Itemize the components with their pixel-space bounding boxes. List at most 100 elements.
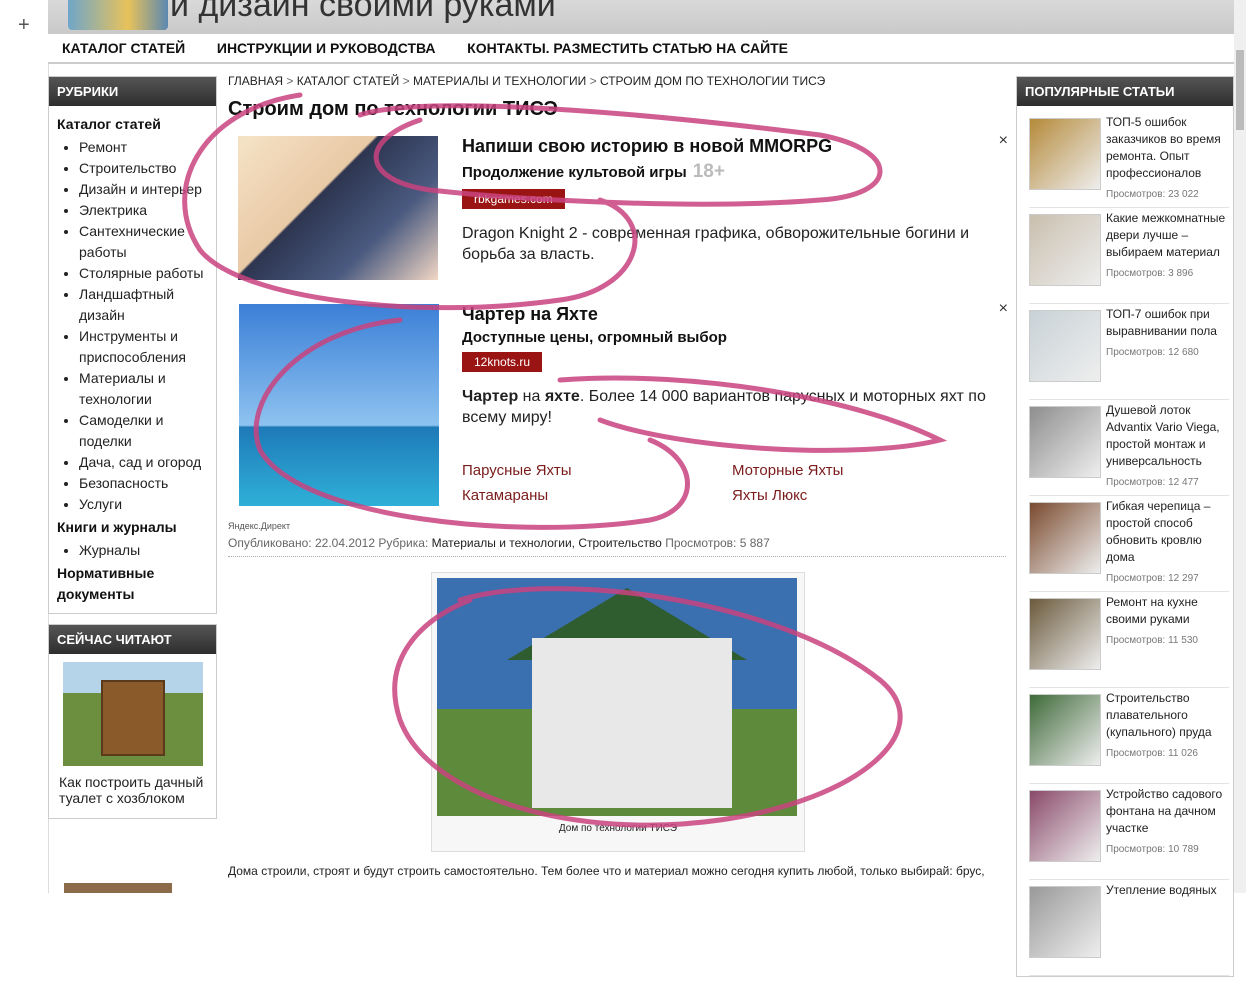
popular-thumbnail[interactable] <box>1029 502 1101 574</box>
ad-anime-image[interactable] <box>238 136 438 280</box>
nav-catalog[interactable]: КАТАЛОГ СТАТЕЙ <box>62 34 185 56</box>
yandex-direct-label[interactable]: Яндекс.Директ <box>228 521 290 531</box>
site-logo[interactable] <box>68 0 168 30</box>
rubric-item[interactable]: Строительство <box>79 158 216 179</box>
popular-title[interactable]: ТОП-7 ошибок при выравнивании пола <box>1106 306 1228 340</box>
popular-title[interactable]: Душевой лоток Advantix Vario Viega, прос… <box>1106 402 1228 470</box>
ad-title[interactable]: Чартер на Яхте <box>462 304 1002 325</box>
popular-thumbnail[interactable] <box>1029 214 1101 286</box>
crumb-current: СТРОИМ ДОМ ПО ТЕХНОЛОГИИ ТИСЭ <box>599 74 826 88</box>
ad-title[interactable]: Напиши свою историю в новой MMORPG <box>462 136 1002 157</box>
popular-item[interactable]: Утепление водяных <box>1017 880 1233 976</box>
popular-box: ПОПУЛЯРНЫЕ СТАТЬИ ТОП-5 ошибок заказчико… <box>1016 76 1234 977</box>
rubric-item[interactable]: Самоделки и поделки <box>79 410 216 452</box>
publish-date: 22.04.2012 <box>314 536 376 550</box>
popular-item[interactable]: Устройство садового фонтана на дачном уч… <box>1017 784 1233 880</box>
rubric-item[interactable]: Столярные работы <box>79 263 216 284</box>
popular-views: Просмотров: 12 477 <box>1106 477 1199 488</box>
popular-item[interactable]: ТОП-5 ошибок заказчиков во время ремонта… <box>1017 112 1233 208</box>
ad-description: Чартер на яхте. Более 14 000 вариантов п… <box>462 388 986 426</box>
ad-link[interactable]: Моторные Яхты <box>732 462 843 479</box>
popular-title[interactable]: ТОП-5 ошибок заказчиков во время ремонта… <box>1106 114 1228 182</box>
left-sidebar: РУБРИКИ Каталог статей Ремонт Строительс… <box>48 76 217 829</box>
close-icon[interactable]: × <box>999 300 1008 318</box>
popular-thumbnail[interactable] <box>1029 310 1101 382</box>
rubric-item[interactable]: Сантехнические работы <box>79 221 216 263</box>
rubric-item[interactable]: Ремонт <box>79 137 216 158</box>
crumb-home[interactable]: ГЛАВНАЯ <box>228 74 283 88</box>
popular-title[interactable]: Устройство садового фонтана на дачном уч… <box>1106 786 1228 837</box>
rubrics-heading: РУБРИКИ <box>49 77 216 106</box>
popular-item[interactable]: Душевой лоток Advantix Vario Viega, прос… <box>1017 400 1233 496</box>
ad-block-2[interactable]: Чартер на Яхте Доступные цены, огромный … <box>238 300 1008 514</box>
popular-thumbnail[interactable] <box>1029 406 1101 478</box>
ad-subtitle: Продолжение культовой игры <box>462 164 687 181</box>
rubric-item[interactable]: Инструменты и приспособления <box>79 326 216 368</box>
main-content: ГЛАВНАЯ > КАТАЛОГ СТАТЕЙ > МАТЕРИАЛЫ И Т… <box>228 70 1008 878</box>
rubric-item[interactable]: Ландшафтный дизайн <box>79 284 216 326</box>
rubric-item[interactable]: Услуги <box>79 494 216 515</box>
article-text: Дома строили, строят и будут строить сам… <box>228 864 985 878</box>
outhouse-thumbnail[interactable] <box>62 662 203 766</box>
popular-views: Просмотров: 23 022 <box>1106 189 1199 200</box>
rubric-item[interactable]: Безопасность <box>79 473 216 494</box>
popular-thumbnail[interactable] <box>1029 694 1101 766</box>
popular-title[interactable]: Строительство плавательного (купального)… <box>1106 690 1228 741</box>
now-reading-box: СЕЙЧАС ЧИТАЮТ Как построить дачный туале… <box>48 624 217 819</box>
popular-item[interactable]: Ремонт на кухне своими руками Просмотров:… <box>1017 592 1233 688</box>
rubric-catalog[interactable]: Каталог статей <box>57 114 216 135</box>
age-rating: 18+ <box>692 161 725 182</box>
rubric-books[interactable]: Книги и журналы <box>57 517 216 538</box>
popular-item[interactable]: Строительство плавательного (купального)… <box>1017 688 1233 784</box>
site-name: и дизайн своими руками <box>170 0 556 24</box>
popular-title[interactable]: Гибкая черепица – простой способ обновит… <box>1106 498 1228 566</box>
rubric-item[interactable]: Дизайн и интерьер <box>79 179 216 200</box>
ad-subtitle: Доступные цены, огромный выбор <box>462 329 727 346</box>
rubric-item[interactable]: Электрика <box>79 200 216 221</box>
nav-instructions[interactable]: ИНСТРУКЦИИ И РУКОВОДСТВА <box>217 34 436 56</box>
rubric-item-journals[interactable]: Журналы <box>79 540 216 561</box>
now-reading-heading: СЕЙЧАС ЧИТАЮТ <box>49 625 216 654</box>
next-thumbnail[interactable] <box>64 883 172 893</box>
now-reading-link[interactable]: Как построить дачный туалет с хозблоком <box>59 774 206 806</box>
ad-link[interactable]: Яхты Люкс <box>732 487 807 504</box>
figure-caption: Дом по технологии ТИСЭ <box>558 823 678 834</box>
ad-yacht-image[interactable] <box>239 304 439 506</box>
popular-item[interactable]: Какие межкомнатные двери лучше – выбирае… <box>1017 208 1233 304</box>
crumb-materials[interactable]: МАТЕРИАЛЫ И ТЕХНОЛОГИИ <box>413 74 586 88</box>
meta-rubrics[interactable]: Материалы и технологии, Строительство <box>432 536 662 550</box>
house-photo[interactable] <box>437 578 797 816</box>
popular-thumbnail[interactable] <box>1029 790 1101 862</box>
article-figure: Дом по технологии ТИСЭ <box>431 572 805 852</box>
ad-description: Dragon Knight 2 - современная графика, о… <box>462 225 970 263</box>
popular-heading: ПОПУЛЯРНЫЕ СТАТЬИ <box>1017 77 1233 106</box>
ad-link[interactable]: Парусные Яхты <box>462 462 572 479</box>
popular-views: Просмотров: 12 297 <box>1106 573 1199 584</box>
rubric-item[interactable]: Дача, сад и огород <box>79 452 216 473</box>
popular-title[interactable]: Какие межкомнатные двери лучше – выбирае… <box>1106 210 1228 261</box>
popular-thumbnail[interactable] <box>1029 598 1101 670</box>
close-icon[interactable]: × <box>999 132 1008 150</box>
popular-title[interactable]: Утепление водяных <box>1106 882 1228 899</box>
scrollbar[interactable] <box>1234 0 1246 893</box>
popular-title[interactable]: Ремонт на кухне своими руками <box>1106 594 1228 628</box>
ad-domain-badge[interactable]: rbkgames.com <box>462 189 565 209</box>
add-tab-icon[interactable]: + <box>18 14 30 37</box>
popular-item[interactable]: ТОП-7 ошибок при выравнивании пола Просмо… <box>1017 304 1233 400</box>
nav-contacts[interactable]: КОНТАКТЫ. РАЗМЕСТИТЬ СТАТЬЮ НА САЙТЕ <box>467 34 788 56</box>
rubrics-box: РУБРИКИ Каталог статей Ремонт Строительс… <box>48 76 217 614</box>
rubric-normative[interactable]: Нормативные документы <box>57 563 216 605</box>
popular-thumbnail[interactable] <box>1029 118 1101 190</box>
rubric-item[interactable]: Материалы и технологии <box>79 368 216 410</box>
breadcrumb: ГЛАВНАЯ > КАТАЛОГ СТАТЕЙ > МАТЕРИАЛЫ И Т… <box>228 74 826 88</box>
ad-block-1[interactable]: Напиши свою историю в новой MMORPG Продо… <box>238 132 1008 286</box>
ad-domain-badge[interactable]: 12knots.ru <box>462 352 543 372</box>
crumb-catalog[interactable]: КАТАЛОГ СТАТЕЙ <box>297 74 400 88</box>
browser-sidebar: + <box>0 0 49 893</box>
popular-views: Просмотров: 10 789 <box>1106 844 1199 855</box>
scrollbar-thumb[interactable] <box>1236 50 1244 130</box>
popular-item[interactable]: Гибкая черепица – простой способ обновит… <box>1017 496 1233 592</box>
ad-link[interactable]: Катамараны <box>462 487 548 504</box>
popular-views: Просмотров: 12 680 <box>1106 347 1199 358</box>
popular-thumbnail[interactable] <box>1029 886 1101 958</box>
